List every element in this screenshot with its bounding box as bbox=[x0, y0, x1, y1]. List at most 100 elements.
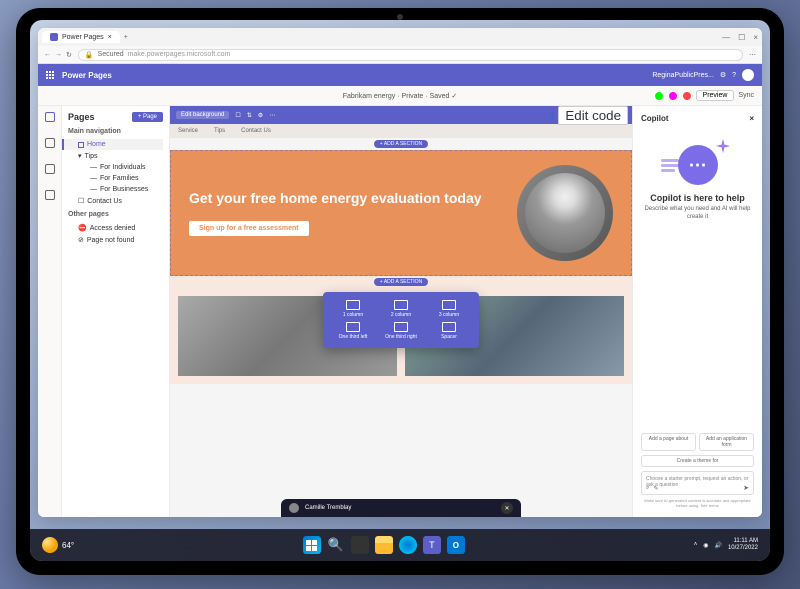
settings-section-icon[interactable]: ⚙ bbox=[258, 112, 263, 119]
hero-image[interactable] bbox=[517, 165, 613, 261]
presence-avatar-2[interactable] bbox=[668, 91, 678, 101]
tab-close-icon[interactable]: × bbox=[108, 34, 112, 41]
explorer-button[interactable] bbox=[375, 536, 393, 554]
volume-icon[interactable]: 🔊 bbox=[714, 542, 721, 549]
page-tabs: Service Tips Contact Us bbox=[170, 124, 632, 138]
weather-widget[interactable]: 64° bbox=[42, 537, 74, 553]
tree-item-tips[interactable]: ▾ Tips bbox=[68, 150, 163, 162]
weather-icon bbox=[42, 537, 58, 553]
teams-meeting-bar[interactable]: Camille Tremblay ✕ bbox=[281, 499, 521, 517]
rail-setup[interactable] bbox=[42, 190, 58, 206]
back-button[interactable]: ← bbox=[44, 51, 51, 59]
picker-3col[interactable]: 3 column bbox=[427, 300, 471, 318]
maximize-button[interactable]: ☐ bbox=[738, 33, 745, 42]
new-tab-button[interactable]: + bbox=[124, 34, 128, 41]
sparkle-icon bbox=[716, 139, 730, 153]
tree-item-businesses[interactable]: — For Businesses bbox=[68, 184, 163, 195]
edge-button[interactable] bbox=[399, 536, 417, 554]
app-launcher-icon[interactable] bbox=[46, 71, 54, 79]
meeting-hangup-icon[interactable]: ✕ bbox=[501, 502, 513, 514]
suggestion-pill-1[interactable]: Add a page about bbox=[641, 433, 696, 451]
move-icon[interactable]: ⇅ bbox=[247, 112, 252, 119]
attach-icon[interactable]: ✎ bbox=[653, 485, 658, 492]
clock[interactable]: 11:11 AM 10/27/2022 bbox=[728, 538, 758, 551]
hero-title[interactable]: Get your free home energy evaluation tod… bbox=[189, 190, 503, 207]
wifi-icon[interactable]: ◉ bbox=[703, 542, 708, 549]
tree-item-not-found[interactable]: ⊘ Page not found bbox=[68, 234, 163, 246]
picker-third-right[interactable]: One third right bbox=[379, 322, 423, 340]
add-section-mid[interactable]: + ADD A SECTION bbox=[374, 278, 428, 286]
copilot-close-icon[interactable]: × bbox=[749, 114, 754, 123]
address-bar: ← → ↻ 🔒 Secured make.powerpages.microsof… bbox=[38, 46, 762, 64]
app-name: Power Pages bbox=[62, 71, 112, 80]
picker-2col[interactable]: 2 column bbox=[379, 300, 423, 318]
add-page-button[interactable]: + Page bbox=[132, 112, 163, 122]
suggestion-pill-2[interactable]: Add an application form bbox=[699, 433, 754, 451]
edit-code-button[interactable]: Edit code bbox=[558, 106, 628, 125]
nav-section-other: Other pages bbox=[68, 211, 163, 218]
tree-item-families[interactable]: — For Families bbox=[68, 173, 163, 184]
vscode-icon[interactable]: ⟨⟩ bbox=[550, 112, 555, 119]
tab-contact[interactable]: Contact Us bbox=[241, 128, 271, 134]
org-name[interactable]: ReginaPublicPres... bbox=[652, 72, 713, 79]
sync-button[interactable]: Sync bbox=[738, 92, 754, 99]
start-button[interactable] bbox=[303, 536, 321, 554]
more-section-icon[interactable]: ⋯ bbox=[269, 112, 275, 119]
rail-pages[interactable] bbox=[42, 112, 58, 128]
preview-button[interactable]: Preview bbox=[696, 90, 735, 101]
layout-icon[interactable]: ☐ bbox=[235, 112, 240, 119]
home-icon bbox=[78, 142, 84, 148]
teams-button[interactable]: T bbox=[423, 536, 441, 554]
search-button[interactable]: 🔍 bbox=[327, 536, 345, 554]
meeting-name: Camille Tremblay bbox=[305, 505, 351, 511]
copilot-title: Copilot bbox=[641, 114, 669, 123]
sidebar-title: Pages bbox=[68, 112, 95, 122]
cta-button[interactable]: Sign up for a free assessment bbox=[189, 221, 309, 236]
main-area: Pages + Page Main navigation Home ▾ Tips… bbox=[38, 106, 762, 517]
add-section-top[interactable]: + ADD A SECTION bbox=[374, 140, 428, 148]
sub-header: Fabrikam energy · Private · Saved ✓ Prev… bbox=[38, 86, 762, 106]
minimize-button[interactable]: — bbox=[722, 33, 730, 42]
outlook-button[interactable]: O bbox=[447, 536, 465, 554]
presence-avatar-3[interactable] bbox=[682, 91, 692, 101]
hero-section[interactable]: Get your free home energy evaluation tod… bbox=[170, 150, 632, 276]
lock-icon: 🔒 bbox=[85, 51, 94, 59]
edit-background-button[interactable]: Edit background bbox=[176, 111, 229, 119]
send-icon[interactable]: ➤ bbox=[743, 484, 749, 492]
tree-item-contact[interactable]: ☐ Contact Us bbox=[68, 195, 163, 207]
browser-tab[interactable]: Power Pages × bbox=[42, 31, 120, 43]
url-text: make.powerpages.microsoft.com bbox=[128, 51, 231, 58]
tray-chevron-icon[interactable]: ˄ bbox=[694, 542, 698, 548]
copilot-disclaimer: Make sure AI-generated content is accura… bbox=[641, 499, 754, 509]
task-view-button[interactable] bbox=[351, 536, 369, 554]
user-avatar[interactable] bbox=[742, 69, 754, 81]
tab-title: Power Pages bbox=[62, 34, 104, 41]
screen: Power Pages × + — ☐ × ← → ↻ 🔒 Secured ma… bbox=[30, 20, 770, 561]
tree-item-home[interactable]: Home bbox=[62, 139, 163, 150]
mic-icon[interactable]: ⌕ bbox=[646, 485, 649, 492]
presence-avatar-1[interactable] bbox=[654, 91, 664, 101]
forward-button[interactable]: → bbox=[55, 51, 62, 59]
settings-icon[interactable]: ⚙ bbox=[720, 71, 726, 79]
close-button[interactable]: × bbox=[753, 33, 758, 42]
refresh-button[interactable]: ↻ bbox=[66, 51, 72, 59]
tab-tips[interactable]: Tips bbox=[214, 128, 225, 134]
titlebar: Power Pages × + — ☐ × bbox=[38, 28, 762, 46]
help-icon[interactable]: ? bbox=[732, 72, 736, 79]
url-input[interactable]: 🔒 Secured make.powerpages.microsoft.com bbox=[78, 49, 743, 61]
extensions-icon[interactable]: ⋯ bbox=[749, 51, 756, 59]
suggestion-pill-3[interactable]: Create a theme for bbox=[641, 455, 754, 467]
picker-1col[interactable]: 1 column bbox=[331, 300, 375, 318]
tab-service[interactable]: Service bbox=[178, 128, 198, 134]
pages-sidebar: Pages + Page Main navigation Home ▾ Tips… bbox=[62, 106, 170, 517]
tab-favicon bbox=[50, 33, 58, 41]
copilot-panel: Copilot × Copilot is here to help Descri… bbox=[632, 106, 762, 517]
copilot-prompt-input[interactable]: Choose a starter prompt, request an acti… bbox=[641, 471, 754, 495]
rail-data[interactable] bbox=[42, 164, 58, 180]
picker-third-left[interactable]: One third left bbox=[331, 322, 375, 340]
tree-item-access-denied[interactable]: ⛔ Access denied bbox=[68, 222, 163, 234]
tree-item-individuals[interactable]: — For Individuals bbox=[68, 162, 163, 173]
rail-styling[interactable] bbox=[42, 138, 58, 154]
site-breadcrumb: Fabrikam energy · Private · Saved ✓ bbox=[343, 92, 457, 100]
picker-spacer[interactable]: Spacer bbox=[427, 322, 471, 340]
